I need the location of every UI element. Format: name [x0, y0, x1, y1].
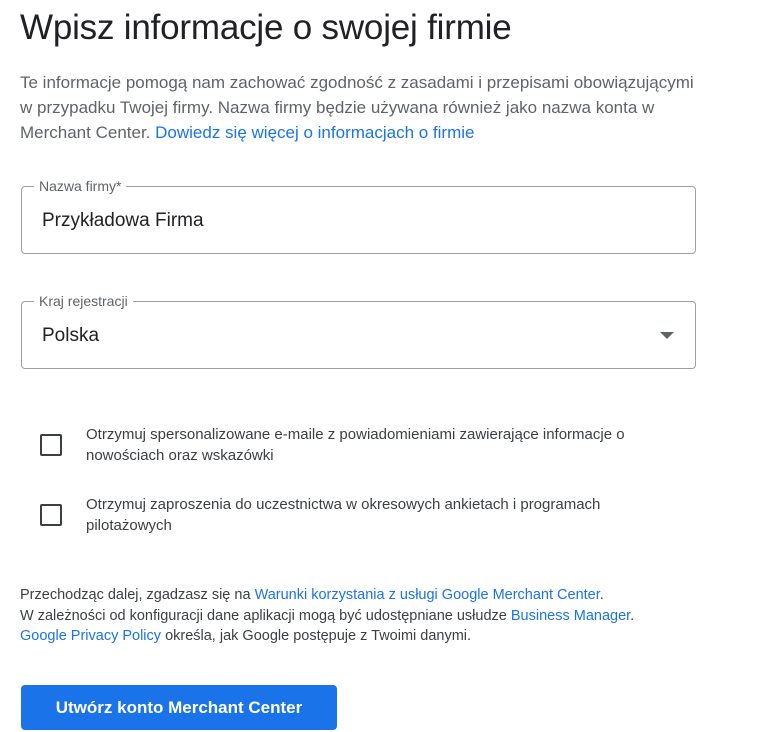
- email-notifications-label[interactable]: Otrzymuj spersonalizowane e-maile z powi…: [86, 424, 666, 466]
- business-manager-link[interactable]: Business Manager: [511, 608, 630, 624]
- learn-more-link[interactable]: Dowiedz się więcej o informacjach o firm…: [155, 123, 474, 142]
- legal-line2-prefix: W zależności od konfiguracji dane aplika…: [20, 607, 507, 624]
- privacy-policy-link[interactable]: Google Privacy Policy: [20, 628, 161, 644]
- country-value[interactable]: Polska: [42, 324, 99, 348]
- terms-of-service-link[interactable]: Warunki korzystania z usługi Google Merc…: [255, 587, 600, 603]
- legal-notice: Przechodząc dalej, zgadzasz się na Warun…: [20, 585, 720, 647]
- email-notifications-checkbox[interactable]: [40, 434, 62, 456]
- survey-invitations-label[interactable]: Otrzymuj zaproszenia do uczestnictwa w o…: [86, 494, 666, 536]
- create-account-button[interactable]: Utwórz konto Merchant Center: [21, 685, 337, 730]
- country-select[interactable]: Kraj rejestracji Polska: [21, 292, 696, 369]
- legal-line3-suffix: określa, jak Google postępuje z Twoimi d…: [165, 628, 472, 644]
- business-name-input[interactable]: Przykładowa Firma: [42, 209, 204, 233]
- survey-invitations-checkbox[interactable]: [40, 504, 62, 526]
- legal-line1-suffix: .: [599, 587, 604, 603]
- business-name-field[interactable]: Nazwa firmy* Przykładowa Firma: [21, 177, 696, 254]
- dropdown-arrow-icon[interactable]: [660, 332, 674, 339]
- page-title: Wpisz informacje o swojej firmie: [20, 8, 512, 47]
- business-name-label: Nazwa firmy*: [34, 177, 127, 195]
- country-label: Kraj rejestracji: [34, 292, 133, 310]
- legal-line1-prefix: Przechodząc dalej, zgadzasz się na: [20, 587, 251, 603]
- intro-text: Te informacje pomogą nam zachować zgodno…: [20, 70, 700, 145]
- legal-line2-suffix: .: [630, 607, 635, 624]
